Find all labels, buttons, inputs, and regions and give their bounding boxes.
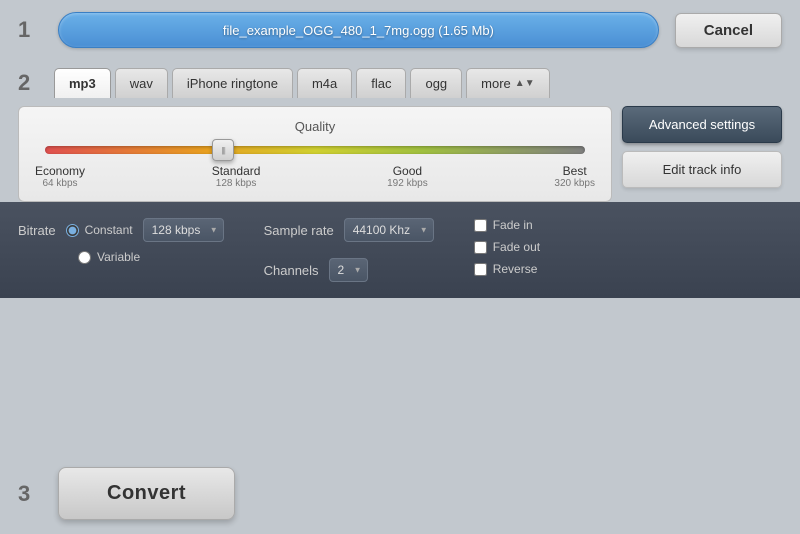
- bitrate-row: Bitrate Constant 128 kbps 64 kbps 96 kbp…: [18, 218, 224, 242]
- channels-select-wrapper: 2 1: [329, 258, 368, 282]
- sample-group: Sample rate 44100 Khz 22050 Khz 32000 Kh…: [264, 218, 434, 282]
- cancel-button[interactable]: Cancel: [675, 13, 782, 48]
- tab-flac[interactable]: flac: [356, 68, 406, 98]
- channels-select[interactable]: 2 1: [329, 258, 368, 282]
- variable-row: Variable: [18, 250, 224, 264]
- sample-rate-select[interactable]: 44100 Khz 22050 Khz 32000 Khz 48000 Khz: [344, 218, 434, 242]
- advanced-panel: Quality Economy 64 kbps Standard 128 kbp…: [18, 106, 782, 202]
- sample-rate-label: Sample rate: [264, 223, 334, 238]
- edit-track-button[interactable]: Edit track info: [622, 151, 782, 188]
- quality-slider-track: [45, 146, 585, 154]
- reverse-input[interactable]: [474, 263, 487, 276]
- effects-group: Fade in Fade out Reverse: [474, 218, 540, 276]
- slider-labels: Economy 64 kbps Standard 128 kbps Good 1…: [35, 164, 595, 189]
- more-label: more: [481, 76, 511, 91]
- tab-iphone-ringtone[interactable]: iPhone ringtone: [172, 68, 293, 98]
- file-name: file_example_OGG_480_1_7mg.ogg (1.65 Mb): [223, 23, 494, 38]
- quality-economy: Economy 64 kbps: [35, 164, 85, 189]
- app-container: 1 file_example_OGG_480_1_7mg.ogg (1.65 M…: [0, 0, 800, 534]
- slider-container[interactable]: [45, 146, 585, 154]
- step-1-number: 1: [18, 17, 42, 43]
- fade-out-label: Fade out: [493, 240, 540, 254]
- section-2: 2 mp3 wav iPhone ringtone m4a flac ogg m…: [0, 60, 800, 202]
- sample-rate-select-wrapper: 44100 Khz 22050 Khz 32000 Khz 48000 Khz: [344, 218, 434, 242]
- reverse-checkbox[interactable]: Reverse: [474, 262, 540, 276]
- advanced-settings-panel: Bitrate Constant 128 kbps 64 kbps 96 kbp…: [0, 202, 800, 298]
- channels-row: Channels 2 1: [264, 258, 434, 282]
- quality-section: Quality Economy 64 kbps Standard 128 kbp…: [18, 106, 612, 202]
- empty-section: [0, 298, 800, 453]
- bitrate-radio-group: Constant: [66, 223, 133, 237]
- section-2-header: 2 mp3 wav iPhone ringtone m4a flac ogg m…: [18, 68, 782, 98]
- fade-in-checkbox[interactable]: Fade in: [474, 218, 540, 232]
- step-2-number: 2: [18, 70, 42, 96]
- fade-in-label: Fade in: [493, 218, 533, 232]
- variable-radio[interactable]: Variable: [78, 250, 140, 264]
- section-1: 1 file_example_OGG_480_1_7mg.ogg (1.65 M…: [0, 0, 800, 60]
- tab-m4a[interactable]: m4a: [297, 68, 352, 98]
- constant-radio-input[interactable]: [66, 224, 79, 237]
- right-buttons: Advanced settings Edit track info: [622, 106, 782, 202]
- channels-label: Channels: [264, 263, 319, 278]
- tab-mp3[interactable]: mp3: [54, 68, 111, 98]
- bitrate-select[interactable]: 128 kbps 64 kbps 96 kbps 160 kbps 192 kb…: [143, 218, 224, 242]
- variable-radio-input[interactable]: [78, 251, 91, 264]
- tab-ogg[interactable]: ogg: [410, 68, 462, 98]
- quality-standard: Standard 128 kbps: [212, 164, 261, 189]
- file-bar: file_example_OGG_480_1_7mg.ogg (1.65 Mb): [58, 12, 659, 48]
- constant-radio[interactable]: Constant: [66, 223, 133, 237]
- quality-good: Good 192 kbps: [387, 164, 428, 189]
- quality-best: Best 320 kbps: [554, 164, 595, 189]
- format-tabs: mp3 wav iPhone ringtone m4a flac ogg mor…: [54, 68, 782, 98]
- reverse-label: Reverse: [493, 262, 538, 276]
- variable-label: Variable: [97, 250, 140, 264]
- quality-slider-thumb[interactable]: [212, 139, 234, 161]
- advanced-settings-button[interactable]: Advanced settings: [622, 106, 782, 143]
- tab-more[interactable]: more ▲▼: [466, 68, 549, 98]
- sample-rate-row: Sample rate 44100 Khz 22050 Khz 32000 Kh…: [264, 218, 434, 242]
- convert-button[interactable]: Convert: [58, 467, 235, 520]
- bitrate-label: Bitrate: [18, 223, 56, 238]
- bitrate-group: Bitrate Constant 128 kbps 64 kbps 96 kbp…: [18, 218, 224, 264]
- step-3-number: 3: [18, 481, 42, 507]
- fade-out-checkbox[interactable]: Fade out: [474, 240, 540, 254]
- bitrate-select-wrapper: 128 kbps 64 kbps 96 kbps 160 kbps 192 kb…: [143, 218, 224, 242]
- tab-wav[interactable]: wav: [115, 68, 168, 98]
- section-3: 3 Convert: [0, 453, 800, 534]
- fade-in-input[interactable]: [474, 219, 487, 232]
- chevron-down-icon: ▲▼: [515, 78, 535, 89]
- fade-out-input[interactable]: [474, 241, 487, 254]
- quality-label: Quality: [35, 119, 595, 134]
- constant-label: Constant: [85, 223, 133, 237]
